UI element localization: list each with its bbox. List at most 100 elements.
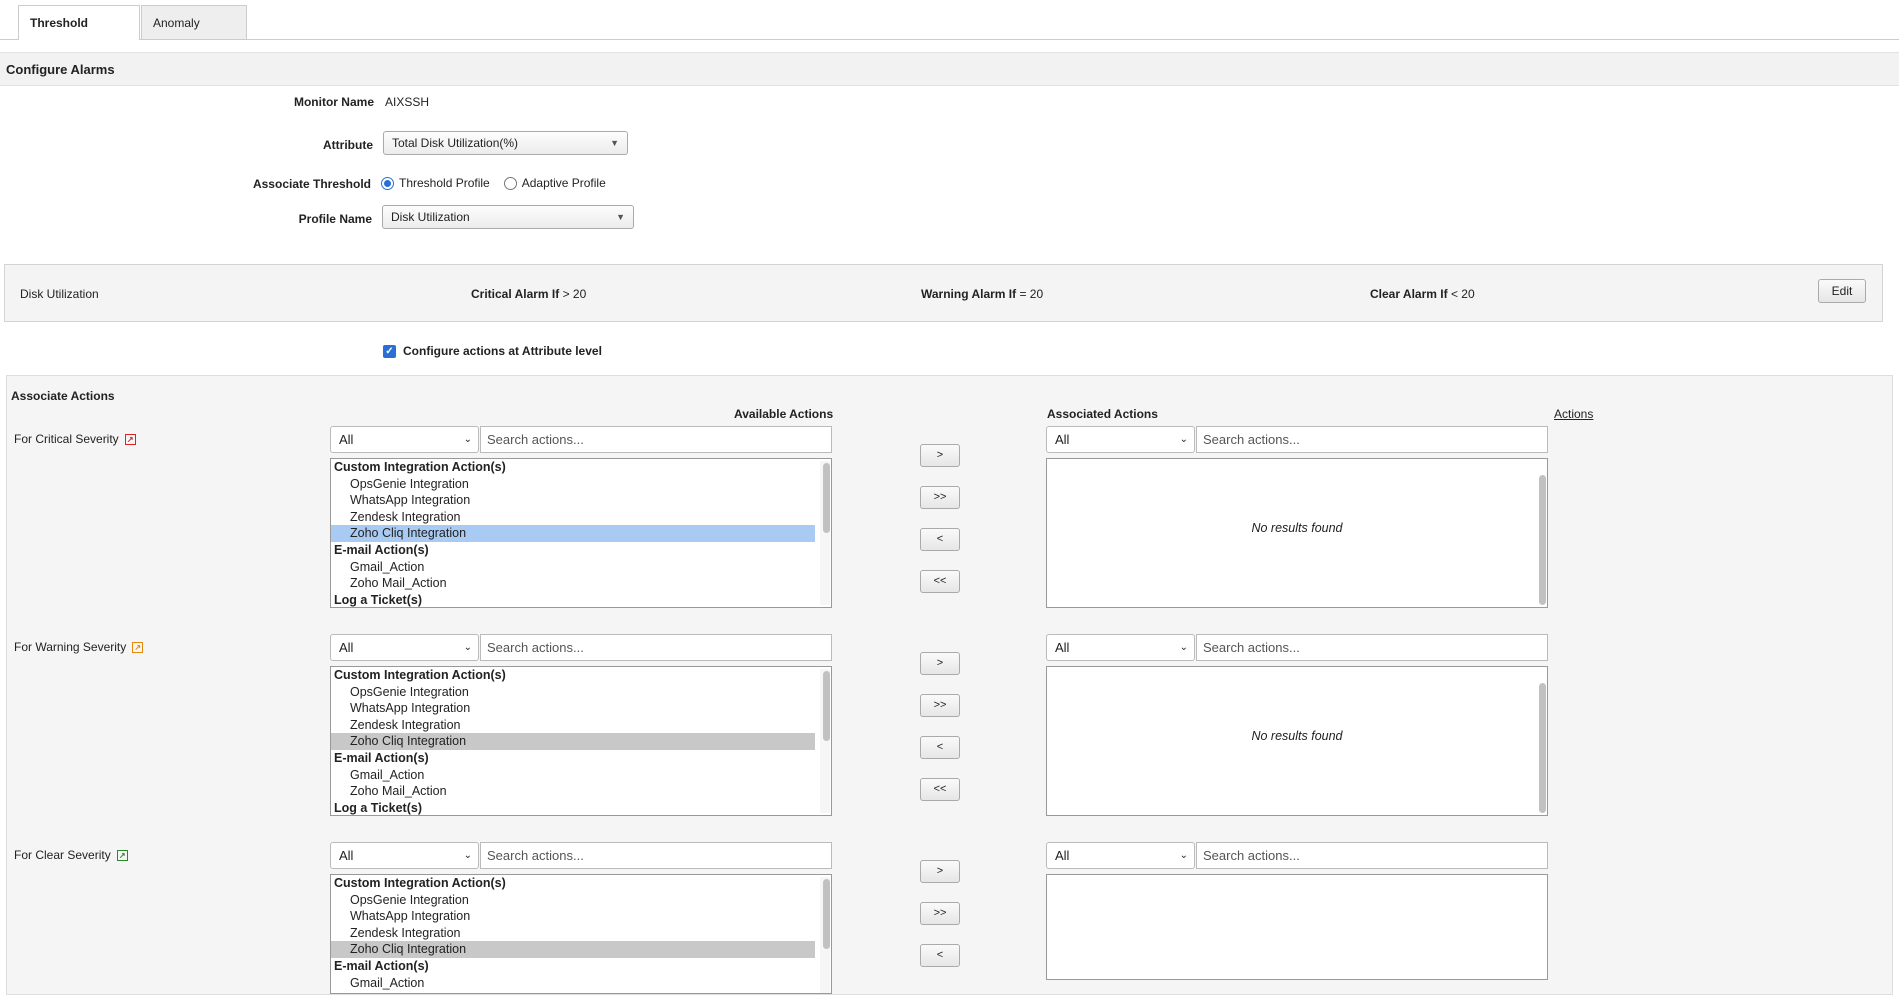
action-group-header: Log a Ticket(s) — [334, 592, 422, 607]
adaptive-profile-radio[interactable] — [503, 176, 517, 190]
available-filter-select[interactable]: All ⌄ — [330, 634, 479, 661]
configure-actions-checkbox-row: ✓ Configure actions at Attribute level — [383, 344, 602, 358]
action-group-header: Custom Integration Action(s) — [334, 460, 506, 474]
warning-severity-icon: ↗ — [132, 641, 144, 653]
chevron-down-icon: ⌄ — [463, 642, 472, 653]
action-option[interactable]: Zoho Cliq Integration — [331, 733, 815, 750]
action-option[interactable]: Zendesk Integration — [331, 717, 815, 734]
profile-name-label: Profile Name — [298, 212, 372, 226]
filter-select-value: All — [339, 848, 354, 863]
edit-button[interactable]: Edit — [1818, 279, 1866, 303]
move-selected-left-button[interactable]: < — [920, 736, 960, 759]
available-actions-list[interactable]: Custom Integration Action(s) OpsGenie Int… — [330, 666, 832, 816]
action-group-header: E-mail Action(s) — [334, 958, 429, 973]
action-group-header: E-mail Action(s) — [334, 750, 429, 765]
action-option[interactable]: Zoho Cliq Integration — [331, 525, 815, 542]
available-filter-select[interactable]: All ⌄ — [330, 426, 479, 453]
action-option[interactable]: WhatsApp Integration — [331, 908, 815, 925]
move-selected-right-button[interactable]: > — [920, 652, 960, 675]
available-actions-list[interactable]: Custom Integration Action(s) OpsGenie Int… — [330, 874, 832, 994]
action-option[interactable]: OpsGenie Integration — [331, 476, 815, 493]
action-group-header: Log a Ticket(s) — [334, 800, 422, 815]
action-option[interactable]: WhatsApp Integration — [331, 700, 815, 717]
action-option[interactable]: Zoho Mail_Action — [331, 575, 815, 592]
no-results-message: No results found — [1251, 729, 1343, 743]
profile-name-select[interactable]: Disk Utilization ▼ — [382, 205, 634, 229]
tab-anomaly-details[interactable]: Anomaly Details — [141, 5, 247, 64]
action-option[interactable]: Zendesk Integration — [331, 925, 815, 942]
tab-threshold-details[interactable]: Threshold Details — [18, 5, 140, 64]
move-all-right-button[interactable]: >> — [920, 902, 960, 925]
filter-select-value: All — [1055, 640, 1070, 655]
critical-severity-icon: ↗ — [124, 433, 136, 445]
attribute-select[interactable]: Total Disk Utilization(%) ▼ — [383, 131, 628, 155]
threshold-profile-radio[interactable] — [381, 176, 394, 190]
monitor-name-value: AIXSSH — [385, 95, 430, 109]
section-header: Configure Alarms — [0, 52, 1899, 86]
clear-alarm-condition: Clear Alarm If < 20 — [1370, 287, 1475, 301]
action-option[interactable]: WhatsApp Integration — [331, 492, 815, 509]
warning-alarm-label: Warning Alarm If — [921, 287, 1017, 301]
associated-search-input[interactable]: Search actions... — [1196, 842, 1548, 869]
available-search-input[interactable]: Search actions... — [480, 634, 832, 661]
warning-alarm-condition: Warning Alarm If = 20 — [921, 287, 1043, 301]
associated-search-input[interactable]: Search actions... — [1196, 634, 1548, 661]
associated-actions-list[interactable]: No results found — [1046, 666, 1548, 816]
associated-search-input[interactable]: Search actions... — [1196, 426, 1548, 453]
action-option[interactable]: Zoho Cliq Integration — [331, 941, 815, 958]
move-selected-left-button[interactable]: < — [920, 528, 960, 551]
scrollbar-thumb[interactable] — [823, 671, 830, 741]
move-selected-right-button[interactable]: > — [920, 860, 960, 883]
profile-name-select-value: Disk Utilization — [391, 210, 470, 224]
action-option[interactable]: Zoho Mail_Action — [331, 783, 815, 800]
severity-label-text: For Clear Severity — [14, 848, 111, 862]
attribute-select-value: Total Disk Utilization(%) — [392, 136, 519, 150]
associated-actions-list[interactable]: No results found — [1046, 458, 1548, 608]
scrollbar-thumb[interactable] — [823, 463, 830, 533]
move-all-left-button[interactable]: << — [920, 778, 960, 801]
action-option[interactable]: Gmail_Action — [331, 767, 815, 784]
available-actions-list[interactable]: Custom Integration Action(s) OpsGenie Int… — [330, 458, 832, 608]
threshold-profile-label: Threshold Profile — [399, 176, 490, 190]
associated-filter-select[interactable]: All ⌄ — [1046, 842, 1195, 869]
critical-alarm-condition: Critical Alarm If > 20 — [471, 287, 586, 301]
available-search-input[interactable]: Search actions... — [480, 842, 832, 869]
move-all-right-button[interactable]: >> — [920, 486, 960, 509]
chevron-down-icon: ⌄ — [1179, 850, 1188, 861]
associated-actions-list[interactable] — [1046, 874, 1548, 980]
associated-filter-select[interactable]: All ⌄ — [1046, 634, 1195, 661]
scrollbar-thumb[interactable] — [1539, 475, 1546, 605]
action-option[interactable]: Gmail_Action — [331, 975, 815, 992]
clear-alarm-label: Clear Alarm If — [1370, 287, 1448, 301]
chevron-down-icon: ▼ — [616, 212, 625, 222]
scrollbar-thumb[interactable] — [823, 879, 830, 949]
action-group-header: Custom Integration Action(s) — [334, 876, 506, 890]
move-selected-left-button[interactable]: < — [920, 944, 960, 967]
action-option[interactable]: Gmail_Action — [331, 559, 815, 576]
action-option[interactable]: OpsGenie Integration — [331, 892, 815, 909]
chevron-down-icon: ⌄ — [463, 434, 472, 445]
move-all-right-button[interactable]: >> — [920, 694, 960, 717]
monitor-name-label: Monitor Name — [293, 95, 374, 109]
filter-select-value: All — [1055, 848, 1070, 863]
critical-alarm-value: > 20 — [562, 287, 587, 301]
available-search-input[interactable]: Search actions... — [480, 426, 832, 453]
clear-alarm-value: < 20 — [1450, 287, 1475, 301]
configure-actions-label: Configure actions at Attribute level — [403, 344, 602, 358]
action-group-header: E-mail Action(s) — [334, 542, 429, 557]
attribute-label: Attribute — [323, 138, 373, 152]
threshold-profile-summary: Disk Utilization Critical Alarm If > 20 … — [4, 264, 1883, 322]
move-selected-right-button[interactable]: > — [920, 444, 960, 467]
associated-filter-select[interactable]: All ⌄ — [1046, 426, 1195, 453]
clear-severity-icon: ↗ — [116, 849, 128, 861]
chevron-down-icon: ⌄ — [1179, 642, 1188, 653]
scrollbar-thumb[interactable] — [1539, 683, 1546, 813]
configure-actions-checkbox[interactable]: ✓ — [383, 344, 396, 358]
move-all-left-button[interactable]: << — [920, 570, 960, 593]
severity-label: For Clear Severity ↗ — [14, 848, 128, 862]
tab-bar: Threshold Details Anomaly Details — [0, 0, 1899, 64]
action-option[interactable]: OpsGenie Integration — [331, 684, 815, 701]
available-filter-select[interactable]: All ⌄ — [330, 842, 479, 869]
action-option[interactable]: Zendesk Integration — [331, 509, 815, 526]
actions-link[interactable]: Actions — [1554, 407, 1593, 421]
